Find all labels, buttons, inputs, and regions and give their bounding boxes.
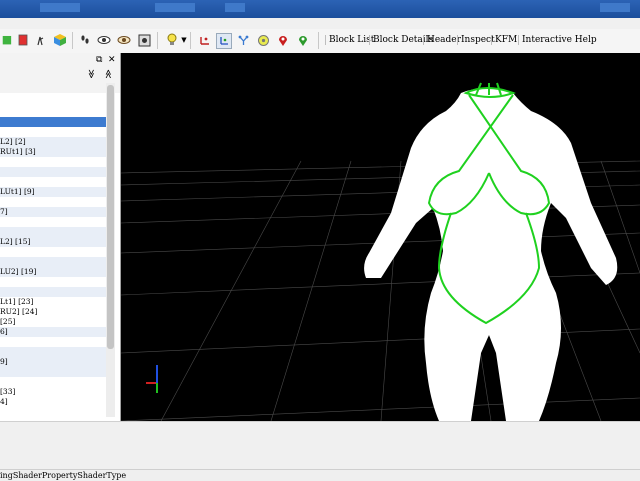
tab-interactive-help[interactable]: Interactive Help [518,35,598,45]
tree-row[interactable] [0,167,106,177]
tree-row[interactable]: [25] [0,317,106,327]
stick-figure-icon[interactable] [33,33,47,47]
cube-green-icon[interactable]: ■ [0,33,14,47]
tree-row[interactable]: RUt1] [3] [0,147,106,157]
tree-row[interactable]: 4] [0,397,106,407]
title-bar-block [155,3,195,12]
marker-green-icon[interactable] [296,33,310,47]
title-bar-block [600,3,630,12]
close-panel-icon[interactable]: ✕ [108,55,116,65]
bone-nodes-icon[interactable] [236,33,250,47]
tree-row[interactable] [0,117,106,127]
tree-row[interactable] [0,347,106,357]
colored-cube-icon[interactable] [53,33,67,47]
bottom-dock [0,421,640,470]
toolbar-separator [72,32,73,49]
float-panel-icon[interactable]: ⧉ [96,55,102,65]
toolbar-separator [190,32,191,49]
tree-row[interactable] [0,367,106,377]
tab-block-list[interactable]: Block List [325,35,375,45]
scene-svg [121,82,640,421]
tree-row[interactable]: RU2] [24] [0,307,106,317]
marker-red-icon[interactable] [276,33,290,47]
panel-header: ⧉ ✕ ≫ ≪ [0,53,120,93]
tree-row[interactable]: LUt1] [9] [0,187,106,197]
title-bar [0,0,640,18]
tree-row[interactable]: L2] [15] [0,237,106,247]
axis-gizmo [146,365,158,393]
eye-icon[interactable] [97,33,111,47]
expand-all-icon[interactable]: ≪ [103,69,113,78]
tree-row[interactable]: 6] [0,327,106,337]
block-tree: L2] [2] RUt1] [3] LUt1] [9] 7] L2] [15] … [0,97,106,417]
body-mesh [364,82,618,421]
chevron-down-icon[interactable]: ▼ [177,33,191,47]
scrollbar-thumb[interactable] [107,85,114,349]
axes-selected-icon[interactable] [216,33,232,49]
block-list-panel: ⧉ ✕ ≫ ≪ L2] [2] RUt1] [3] LUt1] [9] 7] L… [0,53,121,421]
tab-kfm[interactable]: KFM [491,35,518,45]
toolbar-separator [157,32,158,49]
tree-row[interactable]: 9] [0,357,106,367]
axes-red-icon[interactable] [197,33,211,47]
collapse-all-icon[interactable]: ≫ [86,69,96,78]
tree-row[interactable]: LU2] [19] [0,267,106,277]
main-toolbar: ■ ▼ Block List Block Details Header Insp… [0,29,640,54]
tree-row[interactable]: 7] [0,207,106,217]
tree-row[interactable]: [33] [0,387,106,397]
render-viewport[interactable] [121,53,640,421]
tree-row[interactable]: L2] [2] [0,137,106,147]
toolbar-separator [318,32,319,49]
tree-row[interactable] [0,257,106,267]
footprints-icon[interactable] [78,33,92,47]
status-bar: ingShaderPropertyShaderType [0,469,640,481]
title-bar-block [40,3,80,12]
tree-scrollbar[interactable] [106,83,115,417]
tree-row[interactable]: Lt1] [23] [0,297,106,307]
title-bar-block [225,3,245,12]
cylinder-icon[interactable] [16,33,30,47]
tree-row[interactable] [0,227,106,237]
eye-brown-icon[interactable] [117,33,131,47]
tree-row[interactable] [0,287,106,297]
screenshot-icon[interactable] [137,33,151,47]
target-icon[interactable] [256,33,270,47]
tab-inspect[interactable]: Inspect [457,35,496,45]
